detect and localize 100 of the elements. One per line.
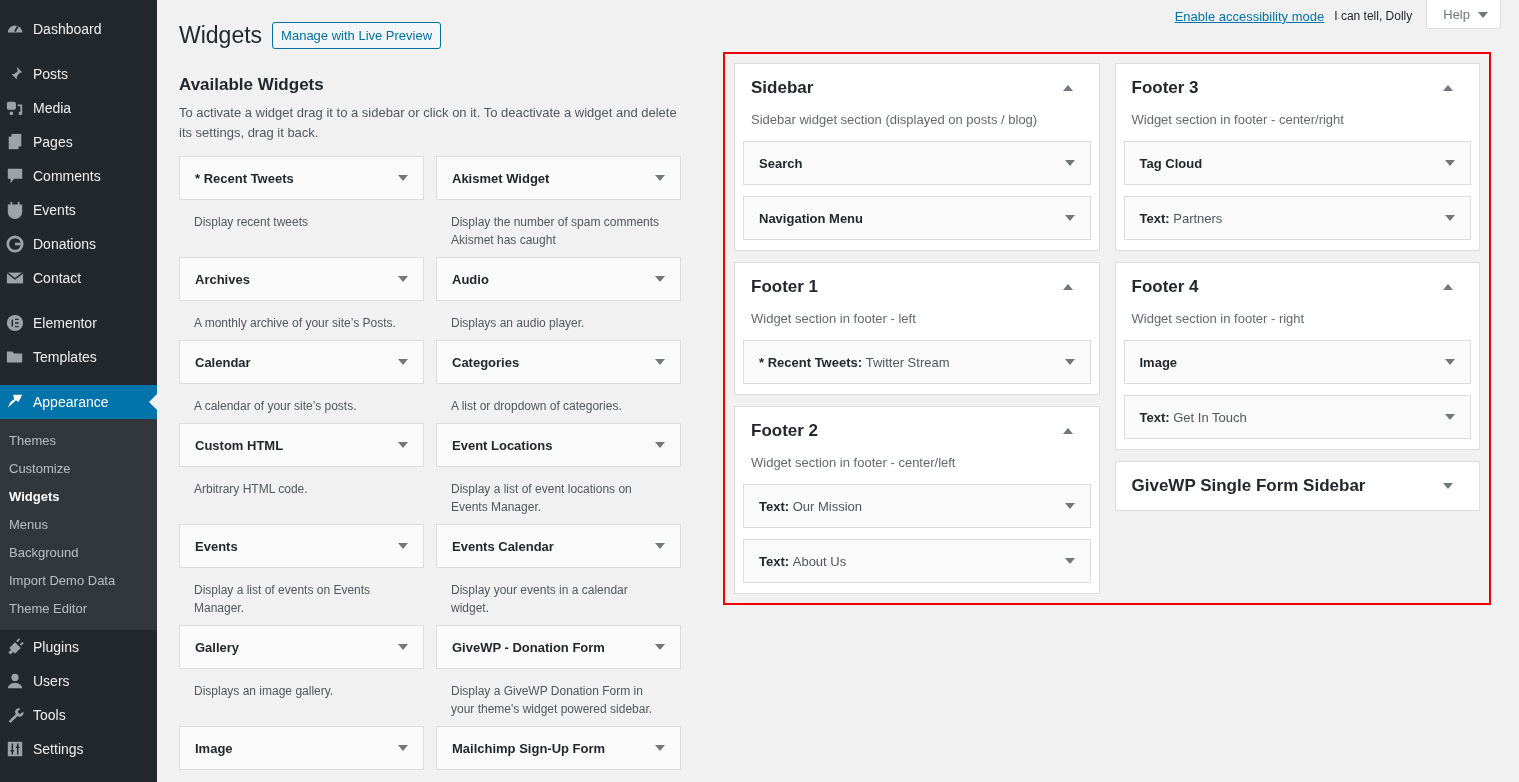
widget-item[interactable]: Gallery [179, 625, 424, 669]
caret-icon[interactable] [398, 276, 408, 282]
widget-description: Display a list of event locations on Events Manager. [450, 481, 633, 516]
widget-item[interactable]: Archives [179, 257, 424, 301]
caret-icon[interactable] [655, 359, 665, 365]
caret-icon[interactable] [1064, 160, 1075, 166]
menu-item[interactable]: Settings [0, 732, 157, 766]
submenu-item[interactable]: Themes [0, 426, 157, 454]
menu-item[interactable]: Plugins [0, 630, 157, 664]
caret-icon[interactable] [398, 175, 408, 181]
widget-description: A calendar of your site’s posts. [193, 398, 358, 415]
caret-icon[interactable] [398, 359, 408, 365]
live-preview-button[interactable]: Manage with Live Preview [272, 21, 442, 49]
caret-icon[interactable] [655, 745, 665, 751]
caret-icon[interactable] [655, 442, 665, 448]
menu-item[interactable]: Elementor [0, 306, 157, 340]
caret-icon[interactable] [655, 644, 665, 650]
area-title: Footer 4 [1131, 277, 1199, 297]
help-button[interactable]: Help [1426, 0, 1501, 29]
widget-item[interactable]: Text: Our Mission [743, 484, 1091, 528]
caret-icon[interactable] [1443, 483, 1453, 489]
menu-item[interactable]: Events [0, 193, 157, 227]
caret-icon[interactable] [1445, 160, 1455, 166]
submenu-item[interactable]: Customize [0, 454, 157, 482]
page-title: Widgets [179, 21, 263, 49]
widget-title: * Recent Tweets [195, 170, 294, 186]
bars-circle-icon [6, 314, 24, 332]
pages-icon [6, 133, 24, 151]
caret-icon[interactable] [655, 276, 665, 282]
menu-item[interactable]: Users [0, 664, 157, 698]
caret-icon[interactable] [655, 175, 665, 181]
menu-item[interactable]: Media [0, 91, 157, 125]
widget-description: Display a GiveWP Donation Form in your theme's widget powered sidebar. [450, 683, 654, 718]
submenu-item[interactable]: Menus [0, 510, 157, 538]
menu-item[interactable]: Posts [0, 57, 157, 91]
area-description: Sidebar widget section (displayed on posts / blog) [750, 112, 1039, 129]
area-title: Footer 2 [751, 421, 819, 441]
caret-icon[interactable] [1064, 503, 1075, 509]
widget-item[interactable]: * Recent Tweets [179, 156, 424, 200]
caret-icon[interactable] [398, 745, 408, 751]
caret-icon[interactable] [655, 543, 665, 549]
widget-title: Calendar [195, 354, 251, 370]
widget-item[interactable]: Categories [436, 340, 681, 384]
widget-item[interactable]: Calendar [179, 340, 424, 384]
menu-item[interactable]: Tools [0, 698, 157, 732]
widget-item[interactable]: Akismet Widget [436, 156, 681, 200]
widget-title: Events [195, 538, 238, 554]
widget-item[interactable]: Tag Cloud [1123, 141, 1471, 185]
widget-item[interactable]: * Recent Tweets: Twitter Stream [743, 340, 1091, 384]
accessibility-link[interactable]: Enable accessibility mode [1174, 9, 1325, 24]
widget-title: Akismet Widget [452, 170, 550, 186]
menu-item[interactable]: Appearance [0, 385, 157, 419]
collapse-arrow-icon[interactable] [1062, 85, 1073, 91]
widget-item[interactable]: Image [179, 726, 424, 770]
submenu-item[interactable]: Background [0, 538, 157, 566]
widget-item[interactable]: Text: About Us [743, 539, 1091, 583]
dolly-quote: I can tell, Dolly [1334, 9, 1413, 23]
widget-item[interactable]: Text: Partners [1123, 196, 1471, 240]
collapse-arrow-icon[interactable] [1443, 284, 1453, 290]
media-icon [6, 99, 24, 117]
comment-icon [6, 167, 24, 185]
widget-description: Display the number of spam comments Akismet has caught [450, 214, 661, 249]
widget-item[interactable]: Mailchimp Sign-Up Form [436, 726, 681, 770]
caret-icon[interactable] [1445, 215, 1455, 221]
menu-item[interactable]: Templates [0, 340, 157, 374]
caret-icon[interactable] [1064, 558, 1075, 564]
collapse-arrow-icon[interactable] [1062, 284, 1073, 290]
caret-icon[interactable] [1064, 359, 1075, 365]
widget-item[interactable]: Custom HTML [179, 423, 424, 467]
caret-icon[interactable] [398, 442, 408, 448]
menu-item[interactable]: Contact [0, 261, 157, 295]
widget-item[interactable]: GiveWP - Donation Form [436, 625, 681, 669]
area-title: Sidebar [751, 78, 814, 98]
collapse-arrow-icon[interactable] [1443, 85, 1453, 91]
menu-item[interactable]: Donations [0, 227, 157, 261]
widget-title: Event Locations [452, 437, 553, 453]
caret-icon[interactable] [398, 644, 408, 650]
caret-icon[interactable] [1064, 215, 1075, 221]
widget-title: * Recent Tweets: Twitter Stream [759, 354, 950, 370]
widget-item[interactable]: Event Locations [436, 423, 681, 467]
wrench-icon [6, 706, 24, 724]
widget-item[interactable]: Navigation Menu [743, 196, 1091, 240]
widget-item[interactable]: Events Calendar [436, 524, 681, 568]
menu-item[interactable]: Dashboard [0, 12, 157, 46]
caret-icon[interactable] [1445, 359, 1455, 365]
widget-item[interactable]: Text: Get In Touch [1123, 395, 1471, 439]
widget-item[interactable]: Events [179, 524, 424, 568]
widget-item[interactable]: Search [743, 141, 1091, 185]
collapse-arrow-icon[interactable] [1062, 428, 1073, 434]
submenu-item[interactable]: Widgets [0, 482, 157, 510]
caret-icon[interactable] [1445, 414, 1455, 420]
widget-item[interactable]: Audio [436, 257, 681, 301]
widget-title: Tag Cloud [1139, 155, 1203, 171]
submenu-item[interactable]: Import Demo Data [0, 566, 157, 594]
widget-description: Arbitrary HTML code. [193, 481, 309, 498]
menu-item[interactable]: Comments [0, 159, 157, 193]
widget-item[interactable]: Image [1123, 340, 1471, 384]
caret-icon[interactable] [398, 543, 408, 549]
menu-item[interactable]: Pages [0, 125, 157, 159]
submenu-item[interactable]: Theme Editor [0, 594, 157, 622]
